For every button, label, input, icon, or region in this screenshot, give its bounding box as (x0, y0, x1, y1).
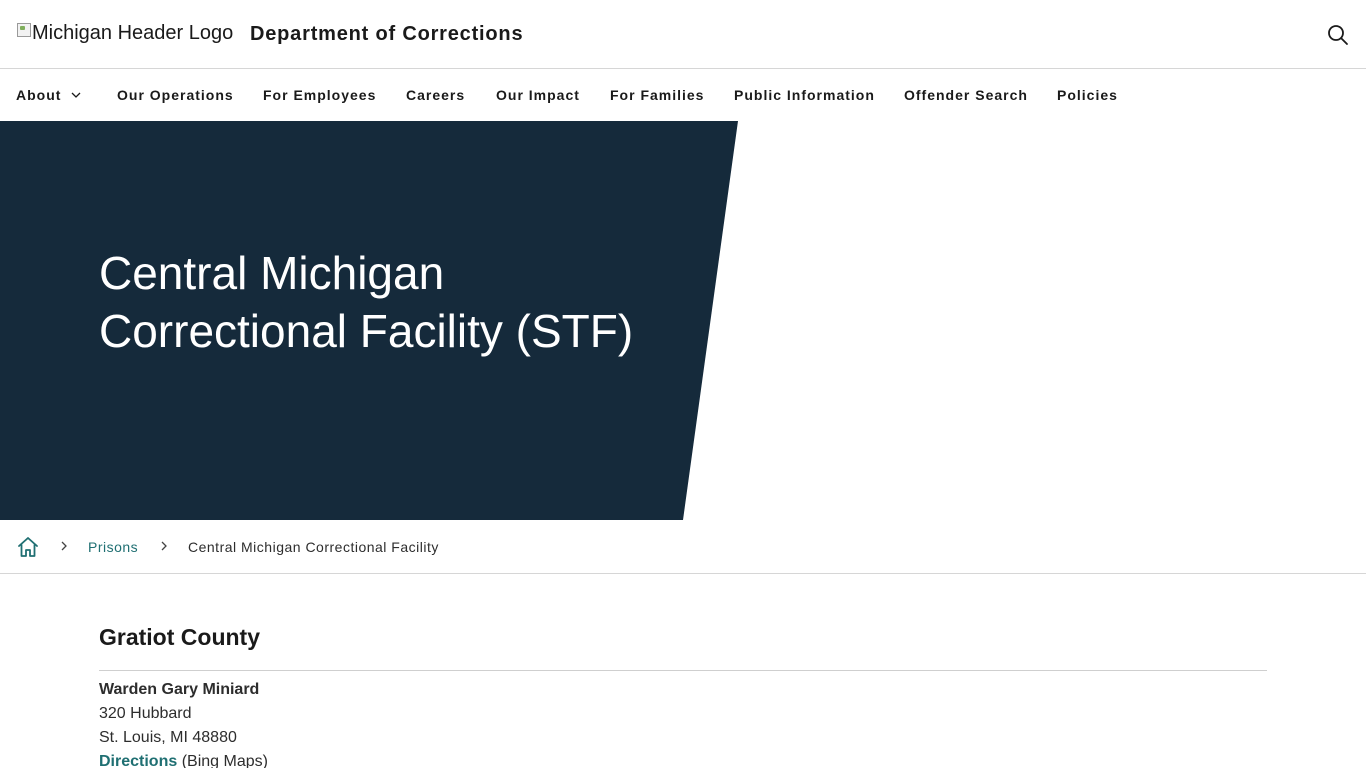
logo-alt-text: Michigan Header Logo (32, 22, 234, 44)
nav-item-for-families[interactable]: For Families (610, 87, 704, 103)
search-icon (1328, 25, 1348, 45)
county-heading: Gratiot County (99, 624, 260, 650)
main-navigation: About Our Operations For Employees Caree… (0, 69, 1366, 121)
breadcrumb-current: Central Michigan Correctional Facility (188, 539, 439, 555)
directions-link[interactable]: Directions (99, 753, 177, 768)
chevron-down-icon (71, 92, 81, 98)
breadcrumb-link-prisons[interactable]: Prisons (88, 539, 138, 555)
site-header: Michigan Header Logo Department of Corre… (0, 0, 1366, 69)
broken-image-icon (16, 22, 32, 38)
page-title: Central Michigan Correctional Facility (… (99, 244, 699, 360)
address-street: 320 Hubbard (99, 705, 192, 722)
hero-banner: Central Michigan Correctional Facility (… (0, 121, 1366, 520)
directions-note: (Bing Maps) (181, 753, 268, 768)
nav-item-our-impact[interactable]: Our Impact (496, 87, 580, 103)
nav-item-our-operations[interactable]: Our Operations (117, 87, 234, 103)
home-icon (18, 537, 38, 557)
nav-item-label: About (16, 87, 62, 103)
nav-item-policies[interactable]: Policies (1057, 87, 1118, 103)
nav-item-careers[interactable]: Careers (406, 87, 465, 103)
nav-item-public-information[interactable]: Public Information (734, 87, 875, 103)
breadcrumb: Prisons Central Michigan Correctional Fa… (0, 520, 1366, 574)
address-city: St. Louis, MI 48880 (99, 729, 237, 746)
search-button[interactable] (1326, 23, 1350, 47)
warden-name: Warden Gary Miniard (99, 681, 260, 698)
nav-item-for-employees[interactable]: For Employees (263, 87, 376, 103)
michigan-logo[interactable]: Michigan Header Logo (16, 22, 233, 45)
section-divider (99, 670, 1267, 671)
breadcrumb-home-link[interactable] (16, 535, 40, 559)
chevron-right-icon (161, 541, 167, 551)
page-title-line-2: Correctional Facility (STF) (99, 305, 634, 357)
nav-item-about[interactable]: About (16, 87, 81, 103)
directions-line: Directions (Bing Maps) (99, 753, 268, 768)
nav-item-offender-search[interactable]: Offender Search (904, 87, 1028, 103)
page-title-line-1: Central Michigan (99, 247, 445, 299)
department-title[interactable]: Department of Corrections (250, 23, 523, 46)
chevron-right-icon (61, 541, 67, 551)
